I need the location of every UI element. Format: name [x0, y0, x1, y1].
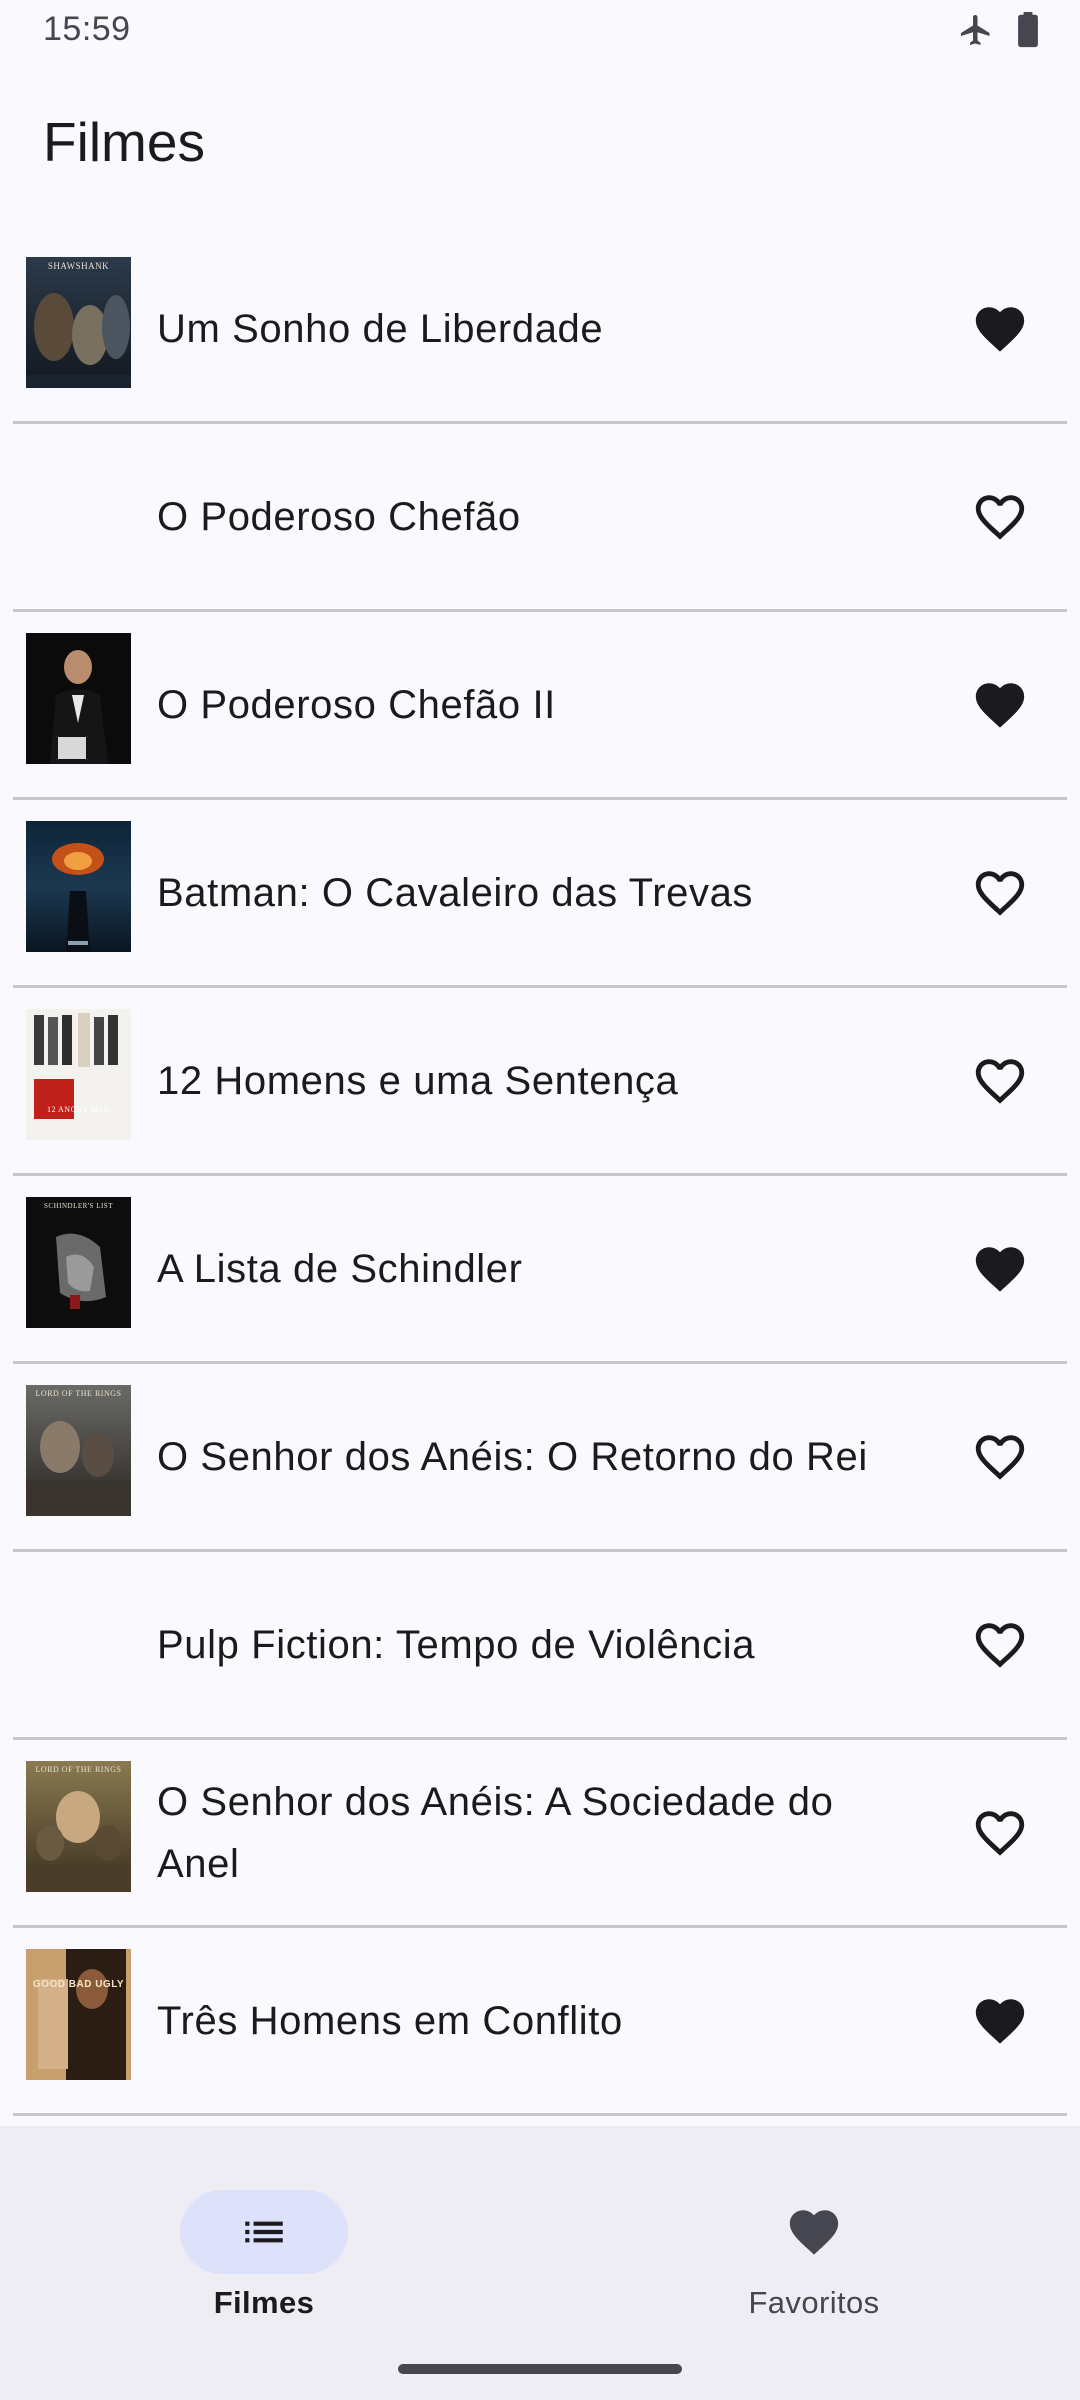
poster-text: SCHINDLER'S LIST	[44, 1202, 113, 1210]
favorite-button[interactable]	[968, 1613, 1032, 1677]
movie-poster: SHAWSHANK	[26, 257, 131, 388]
movie-list-item[interactable]: SCHINDLER'S LIST A Lista de Schindler	[13, 1176, 1067, 1364]
favorite-button[interactable]	[968, 1049, 1032, 1113]
movie-title: Um Sonho de Liberdade	[157, 306, 604, 351]
movie-list-item[interactable]: 12 ANGRY MEN 12 Homens e uma Sentença	[13, 988, 1067, 1176]
movie-list-item[interactable]: Pulp Fiction: Tempo de Violência	[13, 1552, 1067, 1740]
heart-outline-icon	[975, 1058, 1025, 1104]
heart-filled-icon	[975, 1998, 1025, 2044]
movie-title: Pulp Fiction: Tempo de Violência	[157, 1622, 756, 1667]
nav-indicator	[730, 2190, 898, 2274]
favorite-button[interactable]	[968, 1237, 1032, 1301]
heart-outline-icon	[975, 1810, 1025, 1856]
movie-poster: LORD OF THE RINGS	[26, 1385, 131, 1516]
heart-filled-icon	[975, 306, 1025, 352]
heart-filled-icon	[975, 1246, 1025, 1292]
heart-filled-icon	[975, 682, 1025, 728]
movie-poster: LORD OF THE RINGS	[26, 1761, 131, 1892]
movie-title: O Senhor dos Anéis: O Retorno do Rei	[157, 1434, 868, 1479]
heart-outline-icon	[975, 1434, 1025, 1480]
favorite-button[interactable]	[968, 485, 1032, 549]
status-bar: 15:59	[0, 0, 1080, 62]
heart-outline-icon	[975, 1622, 1025, 1668]
poster-text: GOOD BAD UGLY	[32, 1979, 125, 1990]
movie-poster: SCHINDLER'S LIST	[26, 1197, 131, 1328]
movie-poster-placeholder	[26, 1573, 131, 1704]
battery-icon	[1016, 12, 1040, 48]
list-icon	[245, 2221, 283, 2243]
movie-list-item[interactable]: GOOD BAD UGLY Três Homens em Conflito	[13, 1928, 1067, 2116]
nav-label-filmes: Filmes	[213, 2285, 315, 2320]
movie-title: O Poderoso Chefão II	[157, 682, 556, 727]
movie-poster	[26, 821, 131, 952]
favorite-button[interactable]	[968, 297, 1032, 361]
movie-list-item[interactable]: O Poderoso Chefão II	[13, 612, 1067, 800]
status-time: 15:59	[43, 10, 131, 48]
heart-outline-icon	[975, 494, 1025, 540]
poster-text: 12 ANGRY MEN	[46, 1105, 111, 1114]
bottom-navigation-bar: Filmes Favoritos	[0, 2126, 1080, 2400]
movie-poster-placeholder	[26, 445, 131, 576]
favorite-button[interactable]	[968, 673, 1032, 737]
nav-active-indicator	[180, 2190, 348, 2274]
movie-list-item[interactable]: LORD OF THE RINGS O Senhor dos Anéis: A …	[13, 1740, 1067, 1928]
status-icons	[958, 12, 1040, 48]
favorite-button[interactable]	[968, 1989, 1032, 2053]
movie-list-item[interactable]: SHAWSHANK Um Sonho de Liberdade	[13, 236, 1067, 424]
heart-outline-icon	[975, 870, 1025, 916]
movie-poster: GOOD BAD UGLY	[26, 1949, 131, 2080]
heart-icon	[789, 2210, 839, 2255]
poster-text: LORD OF THE RINGS	[35, 1389, 122, 1398]
movie-title: O Poderoso Chefão	[157, 494, 521, 539]
gesture-home-handle[interactable]	[398, 2364, 682, 2374]
movie-list-item[interactable]: O Poderoso Chefão	[13, 424, 1067, 612]
favorite-button[interactable]	[968, 861, 1032, 925]
airplane-mode-icon	[958, 12, 994, 48]
movie-title: A Lista de Schindler	[157, 1246, 523, 1291]
nav-item-filmes[interactable]: Filmes	[114, 2158, 414, 2320]
movie-title: O Senhor dos Anéis: A Sociedade do Anel	[157, 1779, 834, 1886]
movie-title: Batman: O Cavaleiro das Trevas	[157, 870, 754, 915]
movie-poster: 12 ANGRY MEN	[26, 1009, 131, 1140]
movie-poster	[26, 633, 131, 764]
poster-text: LORD OF THE RINGS	[35, 1765, 122, 1774]
page-title: Filmes	[43, 111, 205, 173]
movie-list: SHAWSHANK Um Sonho de Liberdade O Podero…	[13, 236, 1067, 2116]
nav-label-favoritos: Favoritos	[748, 2285, 880, 2320]
favorite-button[interactable]	[968, 1425, 1032, 1489]
favorite-button[interactable]	[968, 1801, 1032, 1865]
movie-title: 12 Homens e uma Sentença	[157, 1058, 679, 1103]
nav-item-favoritos[interactable]: Favoritos	[664, 2158, 964, 2320]
poster-text: SHAWSHANK	[47, 261, 110, 271]
movie-list-item[interactable]: LORD OF THE RINGS O Senhor dos Anéis: O …	[13, 1364, 1067, 1552]
movie-title: Três Homens em Conflito	[157, 1998, 623, 2043]
movie-list-item[interactable]: Batman: O Cavaleiro das Trevas	[13, 800, 1067, 988]
